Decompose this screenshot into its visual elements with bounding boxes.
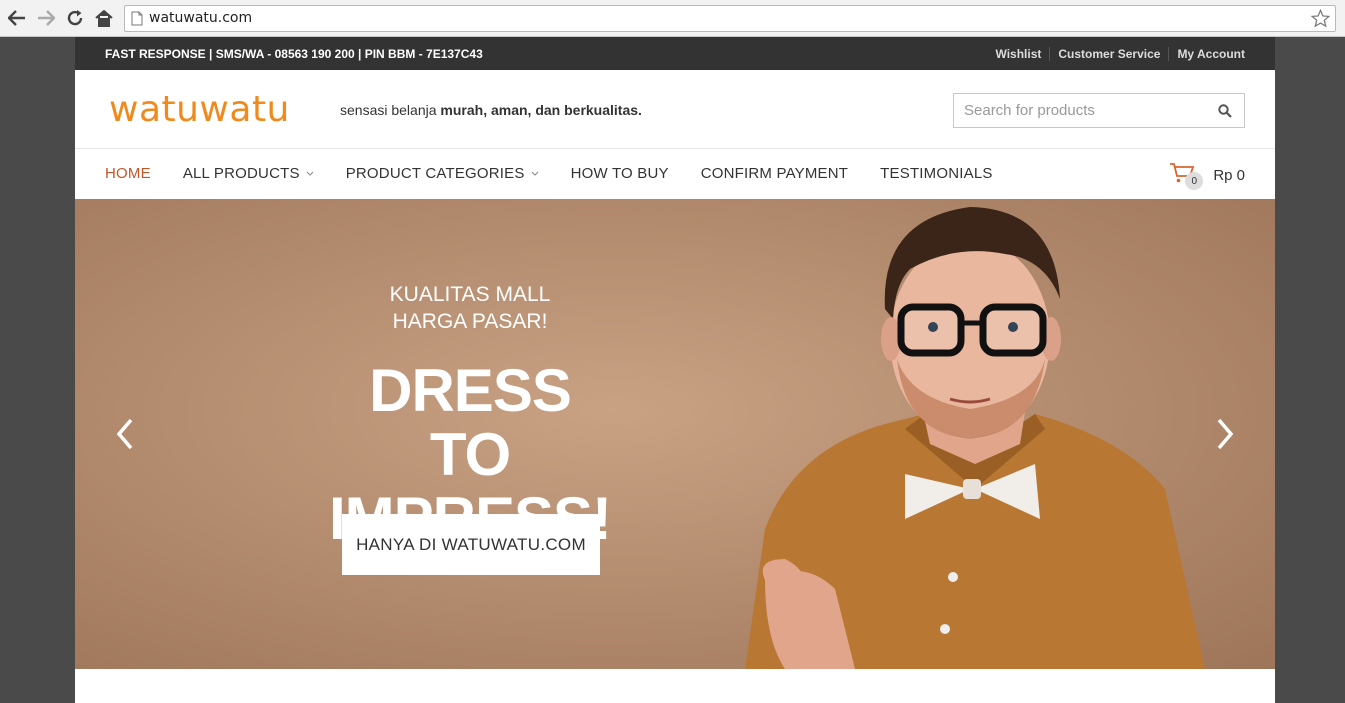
chevron-down-icon bbox=[306, 171, 314, 176]
page-icon bbox=[131, 11, 143, 31]
nav-how-to-buy-label: HOW TO BUY bbox=[570, 165, 669, 182]
browser-toolbar: watuwatu.com bbox=[0, 0, 1345, 37]
account-links: Wishlist Customer Service My Account bbox=[987, 46, 1245, 61]
reload-icon[interactable] bbox=[63, 6, 87, 30]
cart-total: Rp 0 bbox=[1213, 166, 1245, 184]
site-container: FAST RESPONSE | SMS/WA - 08563 190 200 |… bbox=[75, 37, 1275, 703]
tagline-prefix: sensasi belanja bbox=[340, 102, 441, 118]
nav-testimonials-label: TESTIMONIALS bbox=[880, 165, 993, 182]
search-input[interactable] bbox=[954, 94, 1204, 127]
hero-model-image bbox=[745, 207, 1205, 669]
nav-confirm-payment[interactable]: CONFIRM PAYMENT bbox=[701, 165, 848, 182]
tagline-bold: murah, aman, dan berkualitas. bbox=[440, 102, 642, 118]
hero-subtitle-line2: HARGA PASAR! bbox=[392, 310, 548, 333]
cart-button[interactable]: 0 Rp 0 bbox=[1169, 162, 1245, 190]
contact-info: FAST RESPONSE | SMS/WA - 08563 190 200 |… bbox=[105, 46, 483, 61]
nav-how-to-buy[interactable]: HOW TO BUY bbox=[571, 165, 669, 182]
nav-home-label: HOME bbox=[105, 165, 151, 182]
search-icon[interactable] bbox=[1218, 104, 1232, 123]
logo[interactable]: watuwatu bbox=[109, 90, 290, 130]
address-bar[interactable]: watuwatu.com bbox=[124, 5, 1336, 32]
hero-subtitle-line1: KUALITAS MALL bbox=[389, 283, 551, 306]
nav-all-products-label: ALL PRODUCTS bbox=[182, 165, 300, 182]
hero-headline-line1: DRESS TO bbox=[369, 357, 572, 488]
chevron-left-icon[interactable] bbox=[115, 417, 135, 451]
nav-home[interactable]: HOME bbox=[105, 165, 151, 182]
site-header: watuwatu sensasi belanja murah, aman, da… bbox=[75, 70, 1275, 149]
forward-icon[interactable] bbox=[34, 6, 58, 30]
customer-service-link[interactable]: Customer Service bbox=[1049, 46, 1168, 61]
home-icon[interactable] bbox=[92, 6, 116, 30]
cart-count-badge: 0 bbox=[1185, 172, 1204, 190]
nav-product-categories-label: PRODUCT CATEGORIES bbox=[345, 165, 525, 182]
wishlist-link[interactable]: Wishlist bbox=[987, 47, 1049, 61]
back-icon[interactable] bbox=[5, 6, 29, 30]
hero-cta-button[interactable]: HANYA DI WATUWATU.COM bbox=[342, 514, 600, 575]
tagline: sensasi belanja murah, aman, dan berkual… bbox=[340, 102, 642, 118]
nav-product-categories[interactable]: PRODUCT CATEGORIES bbox=[346, 165, 539, 182]
nav-confirm-payment-label: CONFIRM PAYMENT bbox=[700, 165, 849, 182]
hero-subtitle: KUALITAS MALL HARGA PASAR! bbox=[365, 281, 575, 335]
hero-slider: KUALITAS MALL HARGA PASAR! DRESS TO IMPR… bbox=[75, 199, 1275, 669]
chevron-right-icon[interactable] bbox=[1215, 417, 1235, 451]
my-account-link[interactable]: My Account bbox=[1168, 46, 1245, 61]
url-text: watuwatu.com bbox=[149, 10, 253, 26]
nav-all-products[interactable]: ALL PRODUCTS bbox=[183, 165, 314, 182]
chevron-down-icon bbox=[531, 171, 538, 176]
top-bar: FAST RESPONSE | SMS/WA - 08563 190 200 |… bbox=[75, 37, 1275, 70]
nav-testimonials[interactable]: TESTIMONIALS bbox=[880, 165, 992, 182]
search-box bbox=[953, 93, 1245, 128]
main-nav: HOME ALL PRODUCTS PRODUCT CATEGORIES HOW… bbox=[75, 149, 1275, 198]
bookmark-star-icon[interactable] bbox=[1310, 8, 1331, 33]
